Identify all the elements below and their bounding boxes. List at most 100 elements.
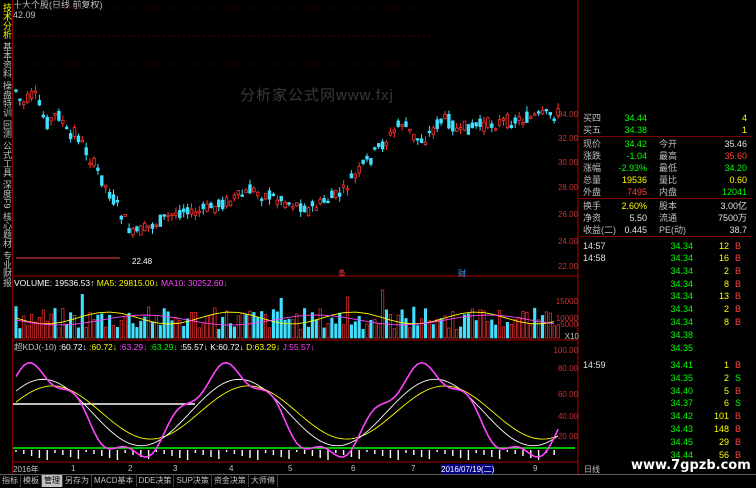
quote-cell: 流通 [659,213,678,223]
candle-body [185,207,190,215]
bottom-tab-6[interactable]: SUP决策 [174,475,212,487]
volume-bar [104,326,108,339]
quote-cell: 4 [741,113,747,123]
candle-body [505,114,510,129]
candle-body [454,127,459,132]
date-tick: 4 [229,464,234,473]
volume-bar [182,325,186,339]
quote-cell: 5.50 [629,213,647,223]
tick-row: 34.34 2 B [583,303,753,315]
volume-bar [69,312,73,339]
quote-row: 现价 34.42 今开 35.46 [583,138,753,150]
candle-body [205,203,209,212]
candle-body [275,199,279,205]
volume-unit: X10 [564,332,579,341]
candle-body [306,207,311,216]
kdj-j-line [15,361,559,458]
quote-cell: 股本 [659,201,678,211]
quote-divider [579,236,752,237]
volume-bar [197,327,201,339]
tick-cell: B [735,278,742,289]
tick-cell: 29 [718,437,729,448]
tick-row: 34.37 6 S [583,397,753,409]
volume-bar [505,321,509,339]
volume-legend: VOLUME: 19536.53↑ MA5: 29815.00↓ MA10: 3… [14,278,228,289]
tick-row: 34.45 29 B [583,436,753,448]
bottom-tab-8[interactable]: 大师傅 [249,475,278,487]
candle-body [298,203,303,212]
volume-bar [334,323,338,339]
candle-body [150,223,155,229]
volume-bar [96,314,100,339]
quote-row: 买四 34.44 4 [583,112,753,124]
candle-body [115,199,120,203]
chart-canvas[interactable] [0,0,580,474]
candle-body [244,189,248,194]
bottom-tab-3[interactable]: 另存为 [63,475,92,487]
volume-bar [205,315,209,339]
kdj-name: 超KDJ(-10) [14,342,57,352]
tick-row: 14:58 34.34 16 B [583,252,753,264]
volume-bar [431,324,435,339]
event-marker-b[interactable]: 财 [458,268,466,279]
volume-bar [267,327,272,339]
volume-bar [443,315,447,339]
bottom-tab-5[interactable]: DDE决策 [137,475,175,487]
tick-cell: 12 [718,241,729,251]
volume-bar [135,327,139,339]
candle-body [96,167,100,171]
volume-bar [466,313,470,339]
candle-body [376,143,381,147]
kdj-d: :63.29↓ [149,342,178,352]
volume-bar [447,327,451,339]
kdj-k: K:60.72↓ [210,342,244,352]
candle-body [373,147,377,150]
candle-body [493,128,498,131]
candle-body [25,93,30,103]
tick-row: 34.40 5 B [583,385,753,397]
volume-bar [49,313,53,339]
bottom-tab-0[interactable]: 指标 [0,475,21,487]
volume-bar [521,310,525,339]
quote-divider [579,136,752,137]
quote-cell: 总量 [583,175,602,185]
volume-bar [217,329,221,339]
volume-bar [470,308,474,339]
candle-body [384,142,389,146]
candle-body [49,117,53,122]
volume-bar [123,317,127,339]
volume-bar [330,317,334,339]
volume-bar [57,327,61,339]
date-tick: 6 [351,464,356,473]
volume-bar [310,312,314,339]
volume-bar [228,323,233,339]
tick-cell: B [735,304,742,315]
bottom-tab-1[interactable]: 模板 [21,475,42,487]
bottom-tab-7[interactable]: 资金决策 [212,475,249,487]
volume-bar [369,319,373,339]
tick-cell: 8 [723,317,729,328]
volume-bar [501,326,506,339]
axis-tick-label: 34.00 [557,110,578,119]
quote-cell: 34.20 [724,163,747,173]
bottom-tab-2[interactable]: 管理 [42,475,63,487]
candle-body [100,175,104,186]
quote-row: 涨跌 -1.04 最高 35.60 [583,150,753,162]
quote-cell: 35.46 [724,139,747,149]
candle-body [37,100,42,106]
candle-body [263,193,268,200]
quote-row: 涨幅 -2.93% 最低 34.20 [583,162,753,174]
kdj-b: :60.72↓ [89,342,118,352]
volume-bar [342,324,346,339]
event-marker-a[interactable]: 条 [338,268,346,279]
quote-divider [579,198,752,199]
tick-cell: 34.35 [670,372,693,383]
tick-cell: 34.34 [670,317,693,328]
quote-cell: 涨跌 [583,151,602,161]
candle-body [310,201,315,207]
kdj-e: :55.57↓ [179,342,208,352]
volume-bar [100,313,104,339]
bottom-tab-4[interactable]: MACD基本 [92,475,137,487]
volume-bar [244,314,248,339]
volume-bar [14,306,18,339]
